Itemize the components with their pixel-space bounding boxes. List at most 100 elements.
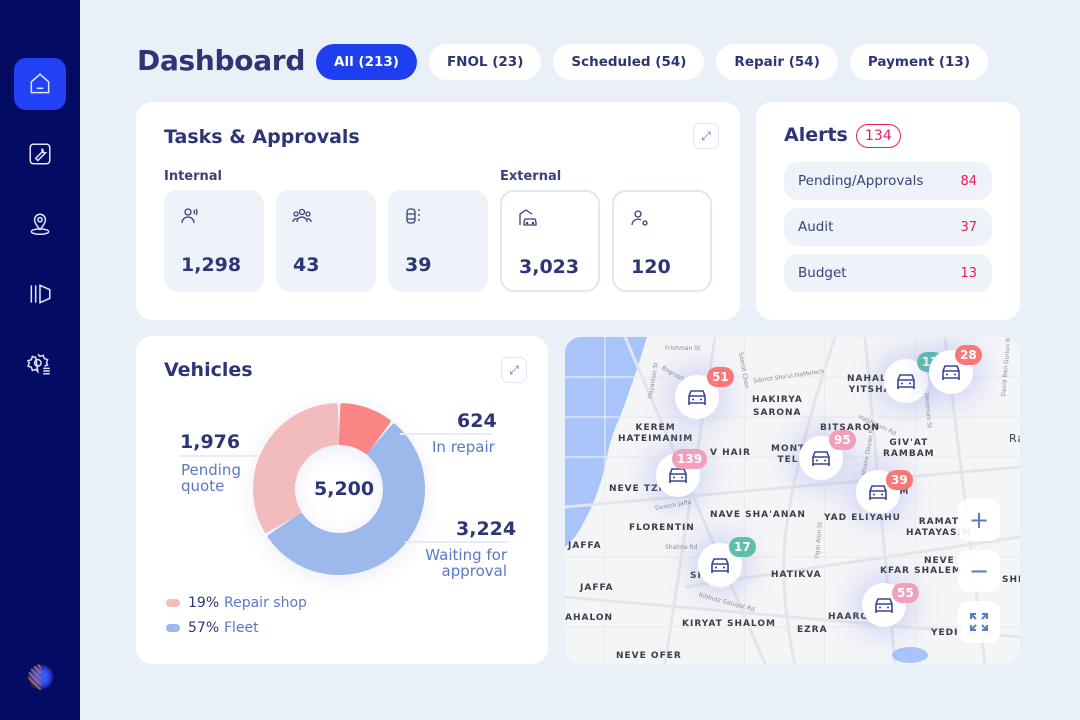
- logo: [28, 664, 54, 690]
- car-icon: [869, 485, 887, 500]
- filter-all[interactable]: All (213): [316, 44, 417, 80]
- marker-count-badge: 51: [707, 367, 734, 387]
- alert-label: Pending/Approvals: [798, 173, 924, 189]
- alert-count: 13: [960, 265, 977, 281]
- car-icon: [897, 374, 915, 389]
- external-label: External: [500, 169, 562, 184]
- task-tile[interactable]: 1,298: [164, 190, 264, 292]
- donut-total: 5,200: [314, 478, 375, 500]
- area-label: KFAR SHALEM: [880, 566, 962, 576]
- marker-count-badge: 17: [729, 537, 756, 557]
- filter-payment[interactable]: Payment (13): [849, 44, 988, 80]
- leader-line: [400, 433, 492, 435]
- car-dashed-icon: [406, 208, 420, 224]
- waiting-label: Waiting for approval: [425, 546, 507, 580]
- marker-count-badge: 139: [672, 449, 708, 469]
- legend-item: 57% Fleet: [166, 620, 259, 636]
- area-label: NEVE OFER: [616, 651, 682, 661]
- area-label: FLORENTIN: [629, 523, 695, 533]
- area-label: KEREM HATEIMANIM: [618, 423, 694, 444]
- filter-scheduled[interactable]: Scheduled (54): [553, 44, 705, 80]
- home-icon: [30, 73, 50, 94]
- garage-car-icon: [519, 209, 537, 226]
- in-repair-value: 624: [457, 410, 497, 432]
- fullscreen-button[interactable]: [958, 601, 1000, 643]
- alert-item[interactable]: Budget 13: [784, 254, 992, 292]
- nav-map[interactable]: [14, 268, 66, 320]
- legend-item: 19% Repair shop: [166, 595, 307, 611]
- zoom-in-button[interactable]: +: [958, 499, 1000, 541]
- task-tile[interactable]: 43: [276, 190, 376, 292]
- task-tile[interactable]: 3,023: [500, 190, 600, 292]
- area-label: AHALON: [565, 613, 614, 623]
- filter-fnol[interactable]: FNOL (23): [428, 44, 542, 80]
- alert-label: Budget: [798, 265, 847, 281]
- car-icon: [875, 598, 893, 613]
- area-label: SHIK: [1002, 575, 1020, 585]
- expand-icon: ⤢: [701, 128, 711, 143]
- alert-count: 37: [960, 219, 977, 235]
- legend-swatch: [166, 624, 180, 632]
- alert-label: Audit: [798, 219, 834, 235]
- area-label: NAVE SHA'ANAN: [710, 510, 806, 520]
- task-tile[interactable]: 120: [612, 190, 712, 292]
- area-label: JAFFA: [580, 583, 614, 593]
- pending-label: Pending quote: [181, 461, 241, 495]
- area-label: GIV'AT RAMBAM: [883, 438, 935, 459]
- area-label: KIRYAT SHALOM: [682, 619, 776, 629]
- filter-repair[interactable]: Repair (54): [716, 44, 838, 80]
- legend-swatch: [166, 599, 180, 607]
- area-label: NEVE TZEDEK: [609, 484, 661, 494]
- area-label: HAKIRYA: [752, 395, 803, 405]
- tasks-expand-button[interactable]: ⤢: [693, 123, 719, 149]
- area-label: YAD ELIYAHU: [824, 513, 901, 523]
- area-label: YEDIDY: [931, 628, 961, 638]
- map-view[interactable]: Frishman St Bograshov Hayarkon St Sderot…: [565, 337, 1020, 664]
- area-label: HATIKVA: [771, 570, 822, 580]
- marker-count-badge: 28: [955, 345, 982, 365]
- waiting-value: 3,224: [456, 518, 517, 540]
- car-icon: [812, 451, 830, 466]
- nav-location[interactable]: [14, 198, 66, 250]
- area-label: JAFFA: [568, 541, 602, 551]
- plus-icon: +: [968, 506, 990, 534]
- alert-item[interactable]: Pending/Approvals 84: [784, 162, 992, 200]
- area-label: SARONA: [753, 408, 802, 418]
- nav-settings[interactable]: [14, 338, 66, 390]
- in-repair-label: In repair: [432, 438, 495, 456]
- user-voice-icon: [181, 208, 198, 224]
- vehicles-title: Vehicles: [164, 359, 253, 381]
- fullscreen-icon: [970, 613, 988, 631]
- filter-tabs: All (213) FNOL (23) Scheduled (54) Repai…: [316, 44, 988, 80]
- alert-item[interactable]: Audit 37: [784, 208, 992, 246]
- car-icon: [942, 365, 960, 380]
- nav-repair[interactable]: [14, 128, 66, 180]
- leader-line: [180, 455, 260, 457]
- alerts-count-badge: 134: [856, 124, 901, 148]
- marker-count-badge: 55: [892, 583, 919, 603]
- car-icon: [688, 390, 706, 405]
- task-tile[interactable]: 39: [388, 190, 488, 292]
- pending-value: 1,976: [180, 431, 241, 453]
- street-label: Shalma Rd: [665, 544, 698, 551]
- users-group-icon: [292, 208, 312, 223]
- settings-icon: [27, 353, 50, 375]
- alert-count: 84: [960, 173, 977, 189]
- vehicles-expand-button[interactable]: ⤢: [501, 357, 527, 383]
- minus-icon: −: [968, 557, 990, 585]
- location-pin-icon: [30, 213, 50, 236]
- sidebar: [0, 0, 80, 720]
- expand-icon: ⤢: [509, 362, 519, 377]
- zoom-out-button[interactable]: −: [958, 550, 1000, 592]
- area-label: EZRA: [797, 625, 828, 635]
- donut-segment-pending[interactable]: [253, 403, 340, 533]
- user-link-icon: [631, 210, 648, 226]
- map-icon: [30, 284, 51, 304]
- car-icon: [711, 558, 729, 573]
- page-title: Dashboard: [137, 44, 306, 77]
- alerts-title: Alerts: [784, 124, 848, 146]
- leader-line: [405, 541, 507, 543]
- nav-home[interactable]: [14, 58, 66, 110]
- marker-count-badge: 95: [829, 430, 856, 450]
- street-label: Frishman St: [665, 345, 701, 352]
